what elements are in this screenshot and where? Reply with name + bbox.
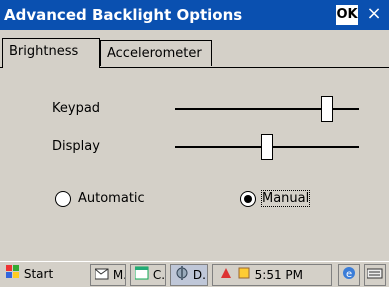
- title-bar: Advanced Backlight Options OK ×: [0, 0, 389, 30]
- display-slider-thumb[interactable]: [261, 134, 273, 160]
- keypad-label: Keypad: [52, 101, 101, 116]
- tab-accelerometer[interactable]: Accelerometer: [100, 40, 212, 66]
- ie-button[interactable]: e: [338, 264, 360, 286]
- taskbar-item-settings-label: D.: [192, 268, 206, 282]
- window-title: Advanced Backlight Options: [4, 6, 243, 24]
- taskbar-item-mail-label: M.: [112, 268, 126, 282]
- tab-brightness[interactable]: Brightness: [2, 38, 100, 68]
- signal-icon[interactable]: [219, 266, 233, 286]
- internet-explorer-icon: e: [341, 265, 357, 285]
- taskbar-item-mail[interactable]: M.: [90, 264, 126, 286]
- tab-strip: Brightness Accelerometer: [0, 30, 389, 68]
- display-label: Display: [52, 139, 100, 154]
- keyboard-button[interactable]: [364, 264, 386, 286]
- brightness-panel: Keypad Display Automatic Manual: [0, 68, 389, 261]
- start-label: Start: [23, 267, 54, 281]
- manual-radio-label: Manual: [260, 190, 311, 207]
- ok-button[interactable]: OK: [336, 5, 358, 25]
- taskbar-item-calendar[interactable]: C.: [130, 264, 166, 286]
- clock[interactable]: 5:51 PM: [255, 268, 303, 282]
- keyboard-icon: [366, 266, 383, 286]
- battery-icon[interactable]: [237, 266, 251, 286]
- settings-icon: [175, 265, 189, 286]
- calendar-icon: [134, 266, 149, 286]
- tray-area: 5:51 PM: [212, 264, 332, 286]
- automatic-radio[interactable]: [55, 191, 71, 207]
- mail-icon: [94, 266, 109, 286]
- svg-text:e: e: [346, 269, 352, 280]
- manual-radio[interactable]: [240, 191, 256, 207]
- radio-dot: [244, 195, 252, 203]
- close-button[interactable]: ×: [364, 3, 384, 25]
- automatic-radio-label: Automatic: [78, 191, 145, 206]
- taskbar: Start M. C. D. 5:51 PM e: [0, 261, 389, 287]
- start-button[interactable]: Start: [2, 264, 64, 286]
- taskbar-item-calendar-label: C.: [152, 268, 166, 282]
- keypad-slider-thumb[interactable]: [321, 96, 334, 122]
- windows-flag-icon: [6, 264, 20, 285]
- taskbar-item-settings[interactable]: D.: [170, 264, 208, 286]
